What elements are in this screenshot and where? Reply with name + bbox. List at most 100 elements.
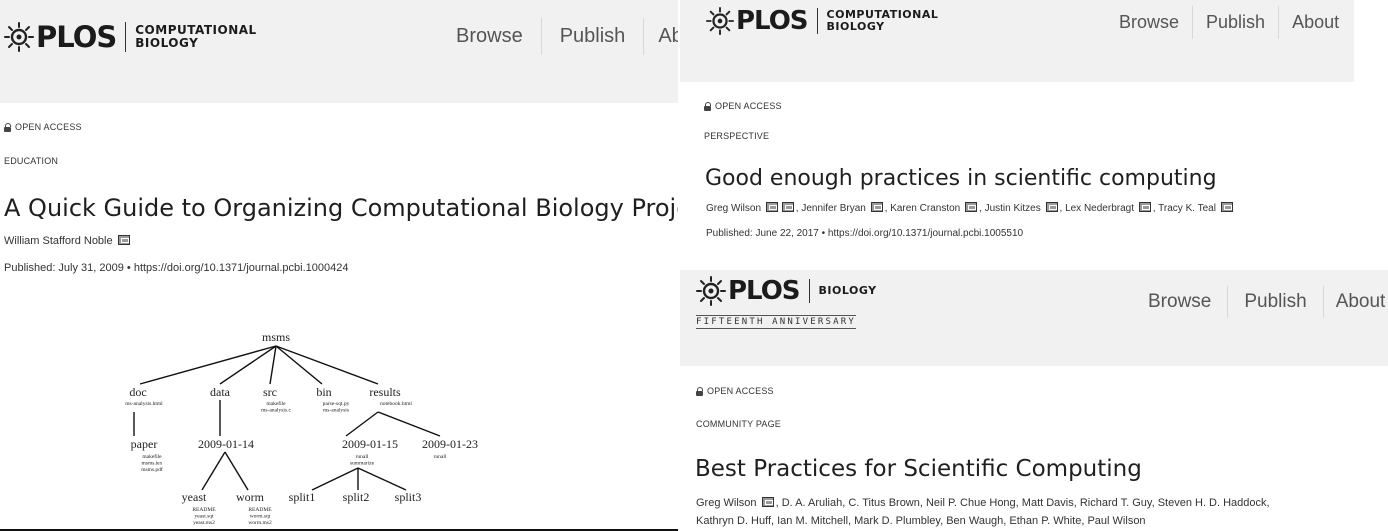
site-header: PLOS BIOLOGY FIFTEENTH ANNIVERSARY Brows… bbox=[680, 270, 1388, 366]
directory-tree-figure: msms doc data src bin results paper 2009… bbox=[125, 330, 478, 526]
tree-doc: doc bbox=[129, 385, 146, 399]
tree-2009-01-15: 2009-01-15 bbox=[342, 437, 398, 451]
nav-publish[interactable]: Publish bbox=[1227, 286, 1322, 318]
author-list: Greg Wilson , Jennifer Bryan , Karen Cra… bbox=[706, 200, 1235, 218]
publication-info: Published: June 22, 2017 • https://doi.o… bbox=[706, 228, 1024, 239]
tree-file-label-worm: README bbox=[248, 507, 272, 513]
logo-divider bbox=[816, 8, 818, 34]
tree-file-label-paper: makefile bbox=[142, 453, 162, 460]
tree-file-label-paper: msms.pdf bbox=[141, 466, 163, 473]
tree-results: results bbox=[369, 385, 401, 399]
tree-split1: split1 bbox=[289, 490, 316, 504]
author-link[interactable]: Greg Wilson bbox=[706, 203, 761, 214]
article-type: EDUCATION bbox=[4, 156, 59, 166]
tree-file-label-src: ms-analysis.c bbox=[261, 408, 291, 414]
tree-file-label-src: makefile bbox=[266, 400, 286, 407]
plos-logo[interactable]: PLOS COMPUTATIONAL BIOLOGY bbox=[706, 6, 938, 36]
plos-sun-icon bbox=[4, 22, 34, 52]
nav-about[interactable]: About bbox=[1322, 286, 1385, 318]
tree-file-label-bin: ms-analysis bbox=[323, 408, 349, 414]
author-link[interactable]: Lex Nederbragt bbox=[1065, 203, 1134, 214]
logo-divider bbox=[808, 279, 810, 303]
tree-data: data bbox=[210, 385, 231, 399]
open-lock-icon bbox=[696, 387, 703, 396]
orcid-icon[interactable] bbox=[1220, 202, 1233, 212]
tree-bin: bin bbox=[316, 385, 331, 399]
tree-file-label-yeast: yeast.ms2 bbox=[193, 520, 215, 526]
tree-split3: split3 bbox=[395, 490, 422, 504]
tree-file-label-doc: ms-analysis.html bbox=[125, 401, 163, 407]
main-nav: Browse Publish Abc bbox=[438, 18, 678, 55]
nav-browse[interactable]: Browse bbox=[1106, 6, 1192, 39]
nav-publish[interactable]: Publish bbox=[1192, 6, 1278, 39]
right-bottom-article-panel: PLOS BIOLOGY FIFTEENTH ANNIVERSARY Brows… bbox=[680, 270, 1388, 531]
tree-split2: split2 bbox=[343, 490, 370, 504]
tree-src: src bbox=[263, 385, 277, 399]
nav-browse[interactable]: Browse bbox=[1132, 286, 1227, 318]
nav-publish[interactable]: Publish bbox=[540, 18, 644, 55]
tree-root-msms: msms bbox=[262, 330, 290, 344]
site-header: PLOS COMPUTATIONAL BIOLOGY Browse Publis… bbox=[0, 0, 678, 103]
journal-name: COMPUTATIONAL BIOLOGY bbox=[135, 23, 257, 50]
tree-file-label-worm: worm.sqt bbox=[250, 514, 271, 520]
author-link[interactable]: William Stafford Noble bbox=[4, 235, 113, 247]
open-access-label: OPEN ACCESS bbox=[696, 386, 774, 396]
open-lock-icon bbox=[704, 102, 711, 111]
author-link[interactable]: Tracy K. Teal bbox=[1158, 203, 1216, 214]
tree-file-label-yeast: yeast.sqt bbox=[194, 514, 214, 520]
author-link[interactable]: Jennifer Bryan bbox=[801, 203, 865, 214]
plos-wordmark: PLOS bbox=[36, 20, 117, 54]
author-list: Greg Wilson , D. A. Aruliah, C. Titus Br… bbox=[696, 494, 1270, 530]
plos-sun-icon bbox=[706, 7, 734, 35]
tree-file-label-results: notebook.html bbox=[380, 401, 412, 407]
orcid-icon[interactable] bbox=[1138, 202, 1151, 212]
tree-file-label-2009-01-23: runall bbox=[434, 454, 447, 460]
article-title[interactable]: Good enough practices in scientific comp… bbox=[705, 166, 1217, 191]
site-header: PLOS COMPUTATIONAL BIOLOGY Browse Publis… bbox=[680, 0, 1354, 82]
tree-worm: worm bbox=[236, 490, 265, 504]
main-nav: Browse Publish About bbox=[1106, 6, 1352, 39]
plos-logo[interactable]: PLOS COMPUTATIONAL BIOLOGY bbox=[4, 20, 257, 54]
author-link[interactable]: Greg Wilson bbox=[696, 497, 757, 509]
logo-divider bbox=[125, 22, 127, 52]
tree-file-label-yeast: README bbox=[192, 507, 216, 513]
main-nav: Browse Publish About bbox=[1132, 286, 1385, 318]
tree-file-label-paper: msms.tex bbox=[142, 461, 163, 467]
journal-name: BIOLOGY bbox=[818, 284, 877, 298]
plos-wordmark: PLOS bbox=[728, 276, 801, 306]
open-lock-icon bbox=[4, 123, 11, 132]
author-link[interactable]: Justin Kitzes bbox=[985, 203, 1041, 214]
article-title[interactable]: Best Practices for Scientific Computing bbox=[695, 456, 1142, 482]
nav-browse[interactable]: Browse bbox=[438, 18, 541, 55]
article-type: PERSPECTIVE bbox=[704, 131, 770, 141]
orcid-icon[interactable] bbox=[965, 202, 978, 212]
orcid-icon[interactable] bbox=[765, 202, 778, 212]
author-links[interactable]: , D. A. Aruliah, C. Titus Brown, Neil P.… bbox=[776, 497, 1270, 509]
email-icon[interactable] bbox=[117, 235, 130, 245]
tree-file-label-2009-01-15: runall bbox=[356, 454, 369, 460]
orcid-icon[interactable] bbox=[870, 202, 883, 212]
article-type: COMMUNITY PAGE bbox=[696, 419, 781, 429]
tree-file-label-bin: parse-sqt.py bbox=[323, 401, 350, 407]
orcid-icon[interactable] bbox=[1045, 202, 1058, 212]
nav-about[interactable]: Abc bbox=[643, 18, 678, 55]
plos-sun-icon bbox=[696, 276, 726, 306]
open-access-label: OPEN ACCESS bbox=[704, 101, 782, 111]
tree-yeast: yeast bbox=[182, 490, 207, 504]
tree-file-labels: ms-analysis.html makefilems-analysis.cpar… bbox=[125, 400, 447, 526]
nav-about[interactable]: About bbox=[1278, 6, 1352, 39]
left-article-panel: PLOS COMPUTATIONAL BIOLOGY Browse Publis… bbox=[0, 0, 678, 531]
plos-logo[interactable]: PLOS BIOLOGY bbox=[696, 276, 877, 306]
author-line-2[interactable]: Kathryn D. Huff, Ian M. Mitchell, Mark D… bbox=[696, 512, 1270, 530]
article-title[interactable]: A Quick Guide to Organizing Computationa… bbox=[4, 194, 678, 222]
journal-name: COMPUTATIONAL BIOLOGY bbox=[826, 8, 939, 33]
tree-paper: paper bbox=[131, 437, 158, 451]
plos-wordmark: PLOS bbox=[736, 6, 809, 36]
email-icon[interactable] bbox=[781, 202, 794, 212]
tree-file-label-worm: worm.ms2 bbox=[248, 520, 272, 526]
author-line-1: Greg Wilson , D. A. Aruliah, C. Titus Br… bbox=[696, 494, 1270, 512]
author-link[interactable]: Karen Cranston bbox=[890, 203, 960, 214]
author-list: William Stafford Noble bbox=[4, 232, 132, 250]
open-access-label: OPEN ACCESS bbox=[4, 122, 82, 132]
email-icon[interactable] bbox=[761, 497, 774, 507]
